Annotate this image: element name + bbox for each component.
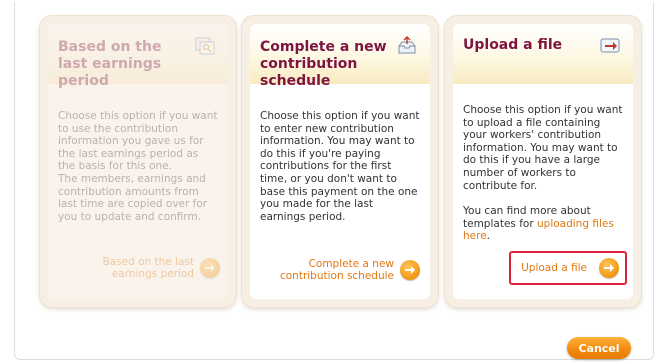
option-card-upload-file: Upload a file Choose this option if you … xyxy=(445,16,641,307)
option-card-last-earnings: Based on the last earnings period Choose… xyxy=(40,16,236,307)
option-description: Choose this option if you want to upload… xyxy=(463,104,623,243)
new-schedule-button[interactable]: Complete a new contribution schedule xyxy=(274,258,420,283)
option-card-body: Based on the last earnings period Choose… xyxy=(48,24,228,299)
action-label[interactable]: Upload a file xyxy=(521,262,587,275)
last-earnings-action: Based on the last earnings period xyxy=(84,256,220,281)
cancel-button[interactable]: Cancel xyxy=(567,337,631,359)
upload-file-icon xyxy=(599,36,621,56)
option-title: Upload a file xyxy=(463,37,563,53)
templates-paragraph: You can find more about templates for up… xyxy=(463,205,623,243)
templates-suffix: . xyxy=(486,230,491,243)
description-paragraph: Choose this option if you want to enter … xyxy=(260,110,420,223)
arrow-right-icon xyxy=(200,258,220,279)
upload-file-button[interactable]: Upload a file xyxy=(509,251,627,285)
option-card-new-schedule: Complete a new contribution schedule Cho… xyxy=(242,16,438,307)
description-paragraph: Choose this option if you want to upload… xyxy=(463,104,623,192)
action-label: Based on the last earnings period xyxy=(102,255,195,281)
inbox-tray-icon xyxy=(396,36,418,56)
option-title: Based on the last earnings period xyxy=(58,39,162,89)
arrow-right-icon[interactable] xyxy=(400,260,420,281)
description-paragraph: Choose this option if you want to use th… xyxy=(58,110,218,173)
arrow-right-icon[interactable] xyxy=(599,258,619,278)
option-card-body: Upload a file Choose this option if you … xyxy=(453,24,633,299)
option-title: Complete a new contribution schedule xyxy=(260,39,387,89)
option-description: Choose this option if you want to use th… xyxy=(58,110,218,223)
option-card-body: Complete a new contribution schedule Cho… xyxy=(250,24,430,299)
option-description: Choose this option if you want to enter … xyxy=(260,110,420,223)
copy-document-icon xyxy=(194,36,216,56)
action-label[interactable]: Complete a new contribution schedule xyxy=(274,258,394,283)
description-paragraph: The members, earnings and contribution a… xyxy=(58,172,208,223)
